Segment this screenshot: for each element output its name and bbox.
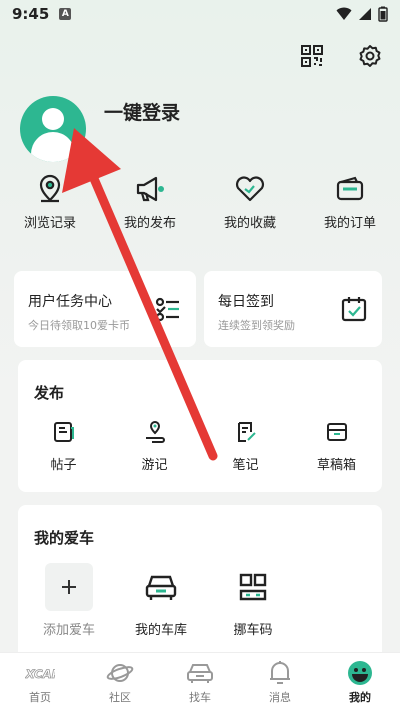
publish-note-button[interactable]: 笔记 — [206, 420, 286, 473]
publish-travel-button[interactable]: 游记 — [115, 420, 195, 473]
tab-label: 社区 — [109, 691, 131, 704]
tab-label: 找车 — [189, 691, 211, 704]
calendar-check-icon — [341, 297, 367, 322]
my-car-section: 我的爱车 添加爱车 我的车库 挪车码 — [18, 505, 382, 660]
bottom-tab-bar: XCAR 首页 社区 找车 消息 我的 — [0, 652, 400, 710]
quick-label: 我的订单 — [323, 216, 376, 231]
tab-messages[interactable]: 消息 — [245, 659, 315, 705]
notification-badge: A — [59, 8, 72, 20]
note-icon — [237, 422, 256, 442]
my-garage-button[interactable]: 我的车库 — [130, 563, 192, 638]
tab-find-car[interactable]: 找车 — [165, 659, 235, 705]
add-car-button[interactable]: 添加爱车 — [38, 563, 100, 638]
tab-label: 我的 — [349, 691, 371, 704]
quick-label: 我的发布 — [123, 216, 176, 231]
publish-items: 帖子 游记 笔记 草稿箱 — [18, 420, 382, 473]
svg-text:XCAR: XCAR — [25, 667, 55, 681]
task-center-title: 用户任务中心 — [28, 294, 112, 310]
car-icon — [137, 563, 185, 611]
my-car-items: 添加爱车 我的车库 挪车码 — [38, 563, 284, 638]
wifi-icon — [336, 7, 352, 20]
quick-my-posts[interactable]: 我的发布 — [105, 172, 195, 231]
quick-browse-history[interactable]: 浏览记录 — [5, 172, 95, 231]
heart-icon — [233, 172, 267, 206]
user-task-center-card[interactable]: 用户任务中心 今日待领取10爱卡币 — [14, 271, 196, 347]
task-list-icon — [155, 297, 179, 322]
qr-code-icon — [229, 563, 277, 611]
move-car-code-button[interactable]: 挪车码 — [222, 563, 284, 638]
planet-icon — [105, 659, 135, 687]
daily-signin-card[interactable]: 每日签到 连续签到领奖励 — [204, 271, 382, 347]
car-icon — [185, 659, 215, 687]
quick-label: 浏览记录 — [23, 216, 76, 231]
quick-my-favorites[interactable]: 我的收藏 — [205, 172, 295, 231]
one-click-login[interactable]: 一键登录 — [104, 98, 180, 125]
signal-icon — [359, 8, 371, 20]
me-face-icon — [345, 659, 375, 687]
avatar[interactable] — [20, 96, 86, 162]
xcar-logo-icon: XCAR — [25, 659, 55, 687]
publish-title: 发布 — [34, 384, 65, 402]
status-bar: 9:45 A — [0, 0, 400, 28]
publish-label: 游记 — [141, 458, 168, 473]
settings-icon[interactable] — [356, 42, 384, 70]
task-center-subtitle: 今日待领取10爱卡币 — [28, 319, 130, 332]
bell-icon — [265, 659, 295, 687]
publish-drafts-button[interactable]: 草稿箱 — [297, 420, 377, 473]
my-car-title: 我的爱车 — [34, 529, 95, 547]
tab-label: 首页 — [29, 691, 51, 704]
quick-my-orders[interactable]: 我的订单 — [305, 172, 395, 231]
location-pin-icon — [33, 172, 67, 206]
signin-subtitle: 连续签到领奖励 — [218, 319, 295, 332]
tab-label: 消息 — [269, 691, 291, 704]
wallet-icon — [333, 172, 367, 206]
post-icon — [53, 422, 74, 442]
publish-section: 发布 帖子 游记 笔记 草稿箱 — [18, 360, 382, 492]
publish-post-button[interactable]: 帖子 — [24, 420, 104, 473]
status-time: 9:45 — [12, 5, 50, 23]
signin-title: 每日签到 — [218, 294, 274, 310]
battery-icon — [378, 6, 388, 22]
quick-actions: 浏览记录 我的发布 我的收藏 我的订单 — [0, 172, 400, 231]
profile-header[interactable] — [20, 96, 86, 162]
car-label: 挪车码 — [233, 623, 273, 638]
car-label: 添加爱车 — [42, 623, 95, 638]
tab-home[interactable]: XCAR 首页 — [5, 659, 75, 705]
status-icons — [336, 6, 388, 22]
quick-label: 我的收藏 — [223, 216, 276, 231]
draft-box-icon — [326, 423, 347, 441]
tab-me[interactable]: 我的 — [325, 659, 395, 705]
publish-label: 草稿箱 — [316, 458, 356, 473]
publish-label: 帖子 — [50, 458, 77, 473]
car-label: 我的车库 — [134, 623, 187, 638]
header-actions — [298, 42, 384, 70]
tab-community[interactable]: 社区 — [85, 659, 155, 705]
publish-label: 笔记 — [232, 458, 259, 473]
travel-icon — [145, 421, 165, 443]
qr-code-icon[interactable] — [298, 42, 326, 70]
plus-icon — [45, 563, 93, 611]
megaphone-icon — [133, 172, 167, 206]
